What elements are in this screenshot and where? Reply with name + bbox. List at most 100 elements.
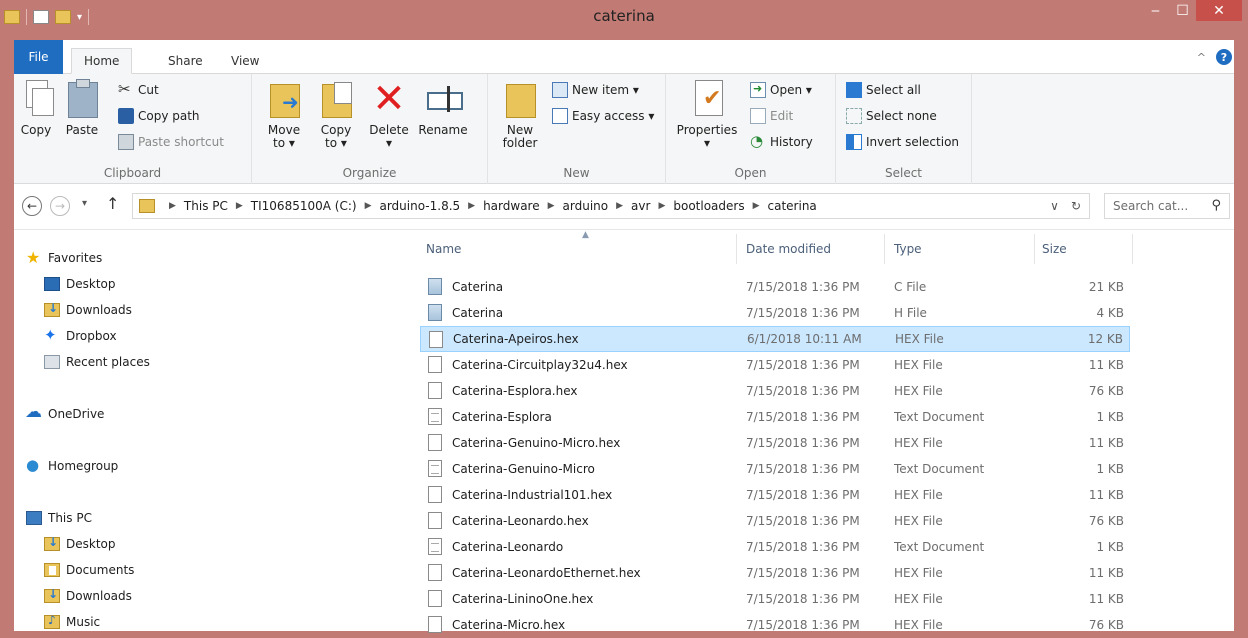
nav-pc-desktop[interactable]: Desktop xyxy=(44,534,116,554)
nav-pc-downloads[interactable]: Downloads xyxy=(44,586,132,606)
back-button[interactable]: ← xyxy=(22,196,42,216)
cut-button[interactable]: Cut xyxy=(118,80,159,100)
tab-view[interactable]: View xyxy=(219,48,271,74)
nav-favorites[interactable]: Favorites xyxy=(26,248,102,268)
breadcrumb-caterina[interactable]: caterina xyxy=(768,199,817,213)
file-date: 7/15/2018 1:36 PM xyxy=(746,358,860,372)
up-button[interactable]: ↑ xyxy=(106,194,119,213)
address-dropdown-icon[interactable]: ∨ xyxy=(1050,199,1059,213)
copy-button[interactable]: Copy xyxy=(18,78,54,137)
history-button[interactable]: History xyxy=(750,132,813,152)
breadcrumb-separator-icon[interactable]: ▶ xyxy=(365,201,372,211)
nav-homegroup[interactable]: Homegroup xyxy=(26,456,118,476)
table-row[interactable]: Caterina 7/15/2018 1:36 PM H File 4 KB xyxy=(420,300,1130,326)
search-input[interactable]: Search cat... ⚲ xyxy=(1104,193,1230,219)
invert-selection-label: Invert selection xyxy=(866,135,960,149)
table-row[interactable]: Caterina-Genuino-Micro 7/15/2018 1:36 PM T… xyxy=(420,456,1130,482)
tab-home[interactable]: Home xyxy=(71,48,133,74)
properties-button[interactable]: Properties ▾ xyxy=(676,78,738,150)
new-folder-button[interactable]: New folder xyxy=(500,78,540,150)
column-header-date[interactable]: Date modified xyxy=(746,230,886,268)
search-icon[interactable]: ⚲ xyxy=(1211,198,1221,213)
nav-recent-places[interactable]: Recent places xyxy=(44,352,150,372)
help-icon[interactable]: ? xyxy=(1216,49,1232,65)
clipboard-group: Copy Paste Cut Copy path Paste shortcut … xyxy=(14,74,252,184)
paste-shortcut-button[interactable]: Paste shortcut xyxy=(118,132,224,152)
new-group-label: New xyxy=(563,166,590,180)
file-type: Text Document xyxy=(894,540,985,554)
refresh-icon[interactable]: ↻ xyxy=(1071,199,1081,213)
copy-to-button[interactable]: Copy to ▾ xyxy=(316,78,356,150)
table-row[interactable]: Caterina-LininoOne.hex 7/15/2018 1:36 PM H… xyxy=(420,586,1130,612)
minimize-button[interactable]: ‒ xyxy=(1142,0,1169,21)
move-to-button[interactable]: Move to ▾ xyxy=(264,78,304,150)
breadcrumb-separator-icon[interactable]: ▶ xyxy=(169,201,176,211)
title-bar[interactable]: ▾ caterina ‒ ☐ ✕ xyxy=(0,0,1248,36)
column-divider[interactable] xyxy=(736,234,737,264)
nav-desktop[interactable]: Desktop xyxy=(44,274,116,294)
invert-selection-button[interactable]: Invert selection xyxy=(846,132,959,152)
copy-path-button[interactable]: Copy path xyxy=(118,106,200,126)
table-row[interactable]: Caterina-Esplora.hex 7/15/2018 1:36 PM HEX… xyxy=(420,378,1130,404)
breadcrumb-bootloaders[interactable]: bootloaders xyxy=(673,199,744,213)
open-button[interactable]: Open ▾ xyxy=(750,80,812,100)
table-row[interactable]: Caterina-Circuitplay32u4.hex 7/15/2018 1:… xyxy=(420,352,1130,378)
tab-share[interactable]: Share xyxy=(156,48,215,74)
breadcrumb-this-pc[interactable]: This PC xyxy=(184,199,228,213)
breadcrumb-arduino[interactable]: arduino xyxy=(563,199,609,213)
table-row[interactable]: Caterina-Leonardo 7/15/2018 1:36 PM Text D… xyxy=(420,534,1130,560)
breadcrumb-avr[interactable]: avr xyxy=(631,199,650,213)
nav-dropbox[interactable]: Dropbox xyxy=(44,326,117,346)
maximize-button[interactable]: ☐ xyxy=(1169,0,1196,21)
rename-button[interactable]: Rename xyxy=(418,78,468,137)
edit-button[interactable]: Edit xyxy=(750,106,793,126)
collapse-ribbon-icon[interactable]: ^ xyxy=(1197,51,1206,64)
breadcrumb-hardware[interactable]: hardware xyxy=(483,199,540,213)
breadcrumb-separator-icon[interactable]: ▶ xyxy=(753,201,760,211)
table-row[interactable]: Caterina-Micro.hex 7/15/2018 1:36 PM HEX F… xyxy=(420,612,1130,638)
move-to-label: Move to ▾ xyxy=(267,123,301,150)
nav-this-pc[interactable]: This PC xyxy=(26,508,92,528)
column-divider[interactable] xyxy=(884,234,885,264)
recent-locations-dropdown[interactable]: ▾ xyxy=(82,198,87,209)
breadcrumb-drive[interactable]: TI10685100A (C:) xyxy=(251,199,357,213)
column-header-size[interactable]: Size xyxy=(1042,230,1132,268)
navigation-pane[interactable]: Favorites Desktop Downloads Dropbox Rece… xyxy=(14,230,410,631)
file-date: 7/15/2018 1:36 PM xyxy=(746,410,860,424)
table-row[interactable]: Caterina 7/15/2018 1:36 PM C File 21 KB xyxy=(420,274,1130,300)
table-row[interactable]: Caterina-Esplora 7/15/2018 1:36 PM Text Do… xyxy=(420,404,1130,430)
paste-button[interactable]: Paste xyxy=(64,78,100,137)
address-bar[interactable]: ▶ This PC ▶ TI10685100A (C:) ▶ arduino-1… xyxy=(132,193,1090,219)
column-header-type[interactable]: Type xyxy=(894,230,1034,268)
select-none-button[interactable]: Select none xyxy=(846,106,937,126)
breadcrumb-separator-icon[interactable]: ▶ xyxy=(468,201,475,211)
select-all-button[interactable]: Select all xyxy=(846,80,921,100)
file-type: HEX File xyxy=(894,566,943,580)
breadcrumb-separator-icon[interactable]: ▶ xyxy=(616,201,623,211)
table-row[interactable]: Caterina-Industrial101.hex 7/15/2018 1:36… xyxy=(420,482,1130,508)
file-size: 11 KB xyxy=(1088,566,1124,580)
easy-access-button[interactable]: Easy access ▾ xyxy=(552,106,654,126)
breadcrumb-separator-icon[interactable]: ▶ xyxy=(236,201,243,211)
tab-file[interactable]: File xyxy=(14,40,63,74)
new-item-button[interactable]: New item ▾ xyxy=(552,80,639,100)
breadcrumb-separator-icon[interactable]: ▶ xyxy=(658,201,665,211)
table-row[interactable]: Caterina-Apeiros.hex 6/1/2018 10:11 AM HEX… xyxy=(420,326,1130,352)
breadcrumb-arduino-version[interactable]: arduino-1.8.5 xyxy=(379,199,460,213)
table-row[interactable]: Caterina-Leonardo.hex 7/15/2018 1:36 PM HE… xyxy=(420,508,1130,534)
column-divider[interactable] xyxy=(1132,234,1133,264)
column-header-name[interactable]: Name ▲ xyxy=(426,230,736,268)
nav-pc-music[interactable]: Music xyxy=(44,612,100,632)
close-button[interactable]: ✕ xyxy=(1196,0,1242,21)
breadcrumb-separator-icon[interactable]: ▶ xyxy=(548,201,555,211)
nav-downloads[interactable]: Downloads xyxy=(44,300,132,320)
nav-onedrive[interactable]: OneDrive xyxy=(25,402,104,424)
table-row[interactable]: Caterina-Genuino-Micro.hex 7/15/2018 1:36… xyxy=(420,430,1130,456)
file-size: 21 KB xyxy=(1088,280,1124,294)
forward-button[interactable]: → xyxy=(50,196,70,216)
column-divider[interactable] xyxy=(1034,234,1035,264)
table-row[interactable]: Caterina-LeonardoEthernet.hex 7/15/2018 1… xyxy=(420,560,1130,586)
delete-button[interactable]: ✕ Delete ▾ xyxy=(366,78,412,150)
nav-pc-documents[interactable]: Documents xyxy=(44,560,134,580)
downloads-icon xyxy=(44,587,60,603)
